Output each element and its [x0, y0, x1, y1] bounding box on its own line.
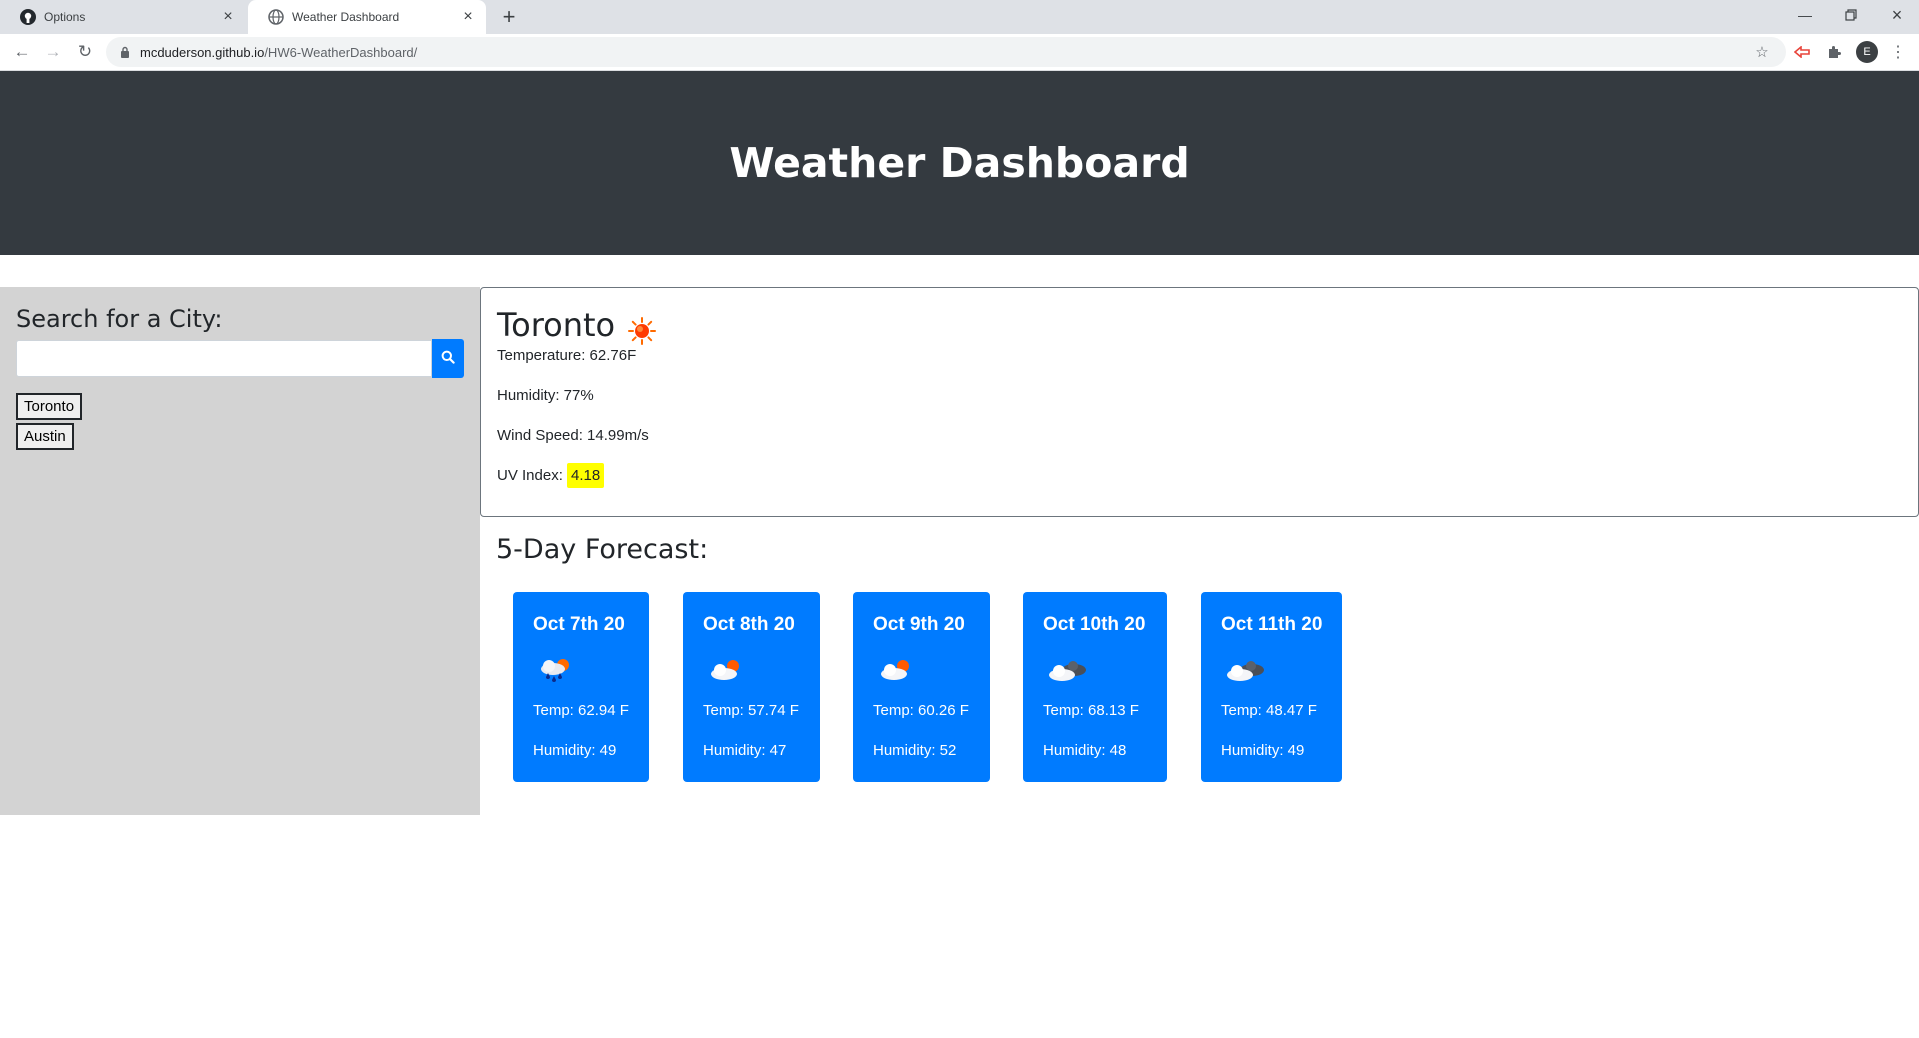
search-input[interactable]: [16, 340, 432, 377]
back-icon[interactable]: ←: [10, 40, 34, 64]
search-heading: Search for a City:: [16, 305, 223, 333]
forecast-card: Oct 10th 20 Temp: 68.13 F Humidity: 48: [1023, 592, 1167, 782]
tab-options[interactable]: Options ×: [0, 0, 246, 34]
minimize-icon[interactable]: —: [1782, 0, 1828, 30]
forecast-temp: Temp: 62.94 F: [533, 702, 629, 719]
window-close-icon[interactable]: ×: [1874, 0, 1919, 30]
forecast-card: Oct 9th 20 Temp: 60.26 F Humidity: 52: [853, 592, 990, 782]
tab-title: Options: [44, 10, 86, 24]
close-icon[interactable]: ×: [220, 8, 236, 25]
forecast-date: Oct 7th 20: [533, 614, 625, 635]
forecast-card: Oct 8th 20 Temp: 57.74 F Humidity: 47: [683, 592, 820, 782]
forward-icon[interactable]: →: [41, 40, 65, 64]
forecast-card: Oct 7th 20 Temp: 62.94 F Humidity: 49: [513, 592, 649, 782]
address-bar[interactable]: mcduderson.github.io/HW6-WeatherDashboar…: [106, 37, 1786, 67]
forecast-humidity: Humidity: 47: [703, 742, 787, 759]
city-name: Toronto: [497, 306, 616, 344]
history-button-austin[interactable]: Austin: [16, 423, 74, 450]
forecast-date: Oct 8th 20: [703, 614, 795, 635]
sun-icon: [627, 316, 657, 346]
forecast-temp: Temp: 57.74 F: [703, 702, 799, 719]
clouds-icon: [1047, 655, 1086, 685]
uv-label: UV Index:: [497, 467, 563, 484]
reload-icon[interactable]: ↻: [73, 40, 97, 64]
current-uv-index: UV Index: 4.18: [497, 463, 605, 488]
lock-icon: [120, 46, 130, 58]
forecast-card: Oct 11th 20 Temp: 48.47 F Humidity: 49: [1201, 592, 1342, 782]
forecast-humidity: Humidity: 49: [533, 742, 617, 759]
forecast-temp: Temp: 48.47 F: [1221, 702, 1317, 719]
avatar[interactable]: E: [1856, 41, 1878, 63]
puzzle-icon[interactable]: [1822, 40, 1846, 64]
current-wind-speed: Wind Speed: 14.99m/s: [497, 427, 649, 444]
globe-icon: [268, 9, 284, 25]
browser-tabstrip: Options × Weather Dashboard × + — ×: [0, 0, 1919, 34]
search-icon: [441, 350, 455, 367]
uv-badge: 4.18: [567, 463, 605, 488]
github-icon: [20, 9, 36, 25]
history-button-toronto[interactable]: Toronto: [16, 393, 83, 420]
current-weather-card: Toronto Temperature: 62.76F Humidity: 77…: [480, 287, 1919, 517]
menu-icon[interactable]: ⋮: [1886, 40, 1910, 64]
current-temperature: Temperature: 62.76F: [497, 347, 637, 364]
forecast-date: Oct 11th 20: [1221, 614, 1323, 635]
browser-toolbar: ← → ↻ mcduderson.github.io/HW6-WeatherDa…: [0, 34, 1919, 71]
tab-weather-dashboard[interactable]: Weather Dashboard ×: [248, 0, 486, 34]
extension-icon[interactable]: [1790, 40, 1814, 64]
tab-title: Weather Dashboard: [292, 10, 400, 24]
search-sidebar: Search for a City: Toronto Austin: [0, 287, 480, 815]
clouds-icon: [1225, 655, 1264, 685]
forecast-humidity: Humidity: 49: [1221, 742, 1305, 759]
forecast-date: Oct 10th 20: [1043, 614, 1146, 635]
url-host: mcduderson.github.io: [140, 44, 265, 60]
close-icon[interactable]: ×: [460, 8, 476, 25]
star-icon[interactable]: ☆: [1750, 40, 1774, 64]
rain-sun-icon: [537, 655, 575, 685]
forecast-temp: Temp: 68.13 F: [1043, 702, 1139, 719]
url-path: /HW6-WeatherDashboard/: [264, 44, 418, 60]
new-tab-icon[interactable]: +: [496, 4, 522, 29]
sun-cloud-icon: [707, 655, 745, 685]
current-humidity: Humidity: 77%: [497, 387, 594, 404]
forecast-humidity: Humidity: 48: [1043, 742, 1127, 759]
sun-cloud-icon: [877, 655, 915, 685]
forecast-humidity: Humidity: 52: [873, 742, 957, 759]
page-header: Weather Dashboard: [0, 71, 1919, 255]
forecast-date: Oct 9th 20: [873, 614, 965, 635]
forecast-heading: 5-Day Forecast:: [496, 534, 709, 565]
page-title: Weather Dashboard: [729, 139, 1190, 187]
search-button[interactable]: [432, 339, 464, 378]
restore-icon[interactable]: [1828, 0, 1874, 30]
forecast-temp: Temp: 60.26 F: [873, 702, 969, 719]
